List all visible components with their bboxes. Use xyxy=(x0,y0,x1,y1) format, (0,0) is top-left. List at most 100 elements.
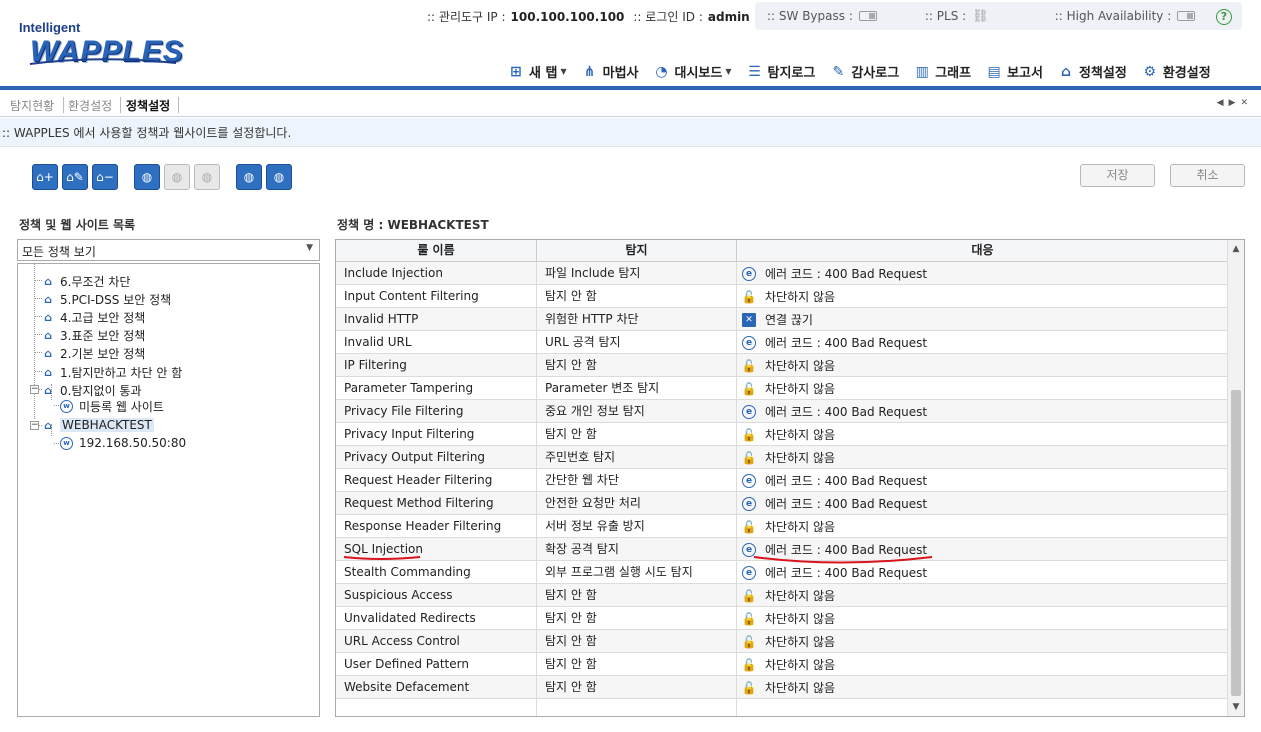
column-header-rule-name[interactable]: 룰 이름 xyxy=(336,240,537,262)
delete-policy-button[interactable]: ⌂− xyxy=(92,164,118,190)
tab-scroll-arrows-icon[interactable]: ◀▶✕ xyxy=(1217,98,1253,108)
menu-item-new-tab[interactable]: ⊞ 새 탭 ▼ xyxy=(508,62,566,82)
tree-item-policy[interactable]: ⌂ 2.기본 보안 정책 xyxy=(41,345,145,362)
menu-item-report[interactable]: ▤ 보고서 xyxy=(986,62,1043,82)
detection-cell[interactable]: 중요 개인 정보 탐지 xyxy=(537,400,737,423)
tree-item-policy[interactable]: ⌂ WEBHACKTEST xyxy=(41,418,154,432)
table-row[interactable]: Input Content Filtering 탐지 안 함 🔓 차단하지 않음 xyxy=(336,285,1228,308)
delete-website-button[interactable]: ◍ xyxy=(194,164,220,190)
ha-toggle-icon[interactable] xyxy=(1177,11,1196,21)
response-cell[interactable]: 🔓 차단하지 않음 xyxy=(737,515,1228,538)
response-cell[interactable]: 🔓 차단하지 않음 xyxy=(737,446,1228,469)
edit-website-button[interactable]: ◍ xyxy=(164,164,190,190)
tree-item-policy[interactable]: ⌂ 4.고급 보안 정책 xyxy=(41,309,145,326)
detection-cell[interactable]: Parameter 변조 탐지 xyxy=(537,377,737,400)
table-row[interactable]: SQL Injection 확장 공격 탐지 e 에러 코드 : 400 Bad Re… xyxy=(336,538,1228,561)
tree-item-policy[interactable]: ⌂ 0.탐지없이 통과 xyxy=(41,382,141,399)
tree-collapse-toggle[interactable]: − xyxy=(30,385,39,394)
table-row[interactable]: Suspicious Access 탐지 안 함 🔓 차단하지 않음 xyxy=(336,584,1228,607)
table-row[interactable]: Request Header Filtering 간단한 웹 차단 e 에러 코드 :… xyxy=(336,469,1228,492)
response-cell[interactable]: 🔓 차단하지 않음 xyxy=(737,584,1228,607)
table-row[interactable]: Privacy File Filtering 중요 개인 정보 탐지 e 에러 코드 … xyxy=(336,400,1228,423)
response-cell[interactable]: 🔓 차단하지 않음 xyxy=(737,354,1228,377)
response-cell[interactable]: e 에러 코드 : 400 Bad Request xyxy=(737,469,1228,492)
response-cell[interactable]: 🔓 차단하지 않음 xyxy=(737,653,1228,676)
scroll-thumb[interactable] xyxy=(1231,390,1241,696)
table-scrollbar[interactable]: ▲ ▼ xyxy=(1227,240,1244,716)
table-row[interactable]: Parameter Tampering Parameter 변조 탐지 🔓 차단하지 … xyxy=(336,377,1228,400)
import-website-button[interactable]: ◍ xyxy=(236,164,262,190)
detection-cell[interactable]: URL 공격 탐지 xyxy=(537,331,737,354)
policy-filter-select[interactable]: 모든 정책 보기 ▼ xyxy=(17,239,320,261)
help-icon[interactable]: ? xyxy=(1216,9,1232,25)
detection-cell[interactable]: 안전한 요청만 처리 xyxy=(537,492,737,515)
table-row[interactable]: IP Filtering 탐지 안 함 🔓 차단하지 않음 xyxy=(336,354,1228,377)
table-row[interactable]: Response Header Filtering 서버 정보 유출 방지 🔓 차단하… xyxy=(336,515,1228,538)
menu-item-dashboard[interactable]: ◔ 대시보드 ▼ xyxy=(654,62,731,82)
add-policy-button[interactable]: ⌂+ xyxy=(32,164,58,190)
detection-cell[interactable]: 확장 공격 탐지 xyxy=(537,538,737,561)
export-website-button[interactable]: ◍ xyxy=(266,164,292,190)
menu-item-detect-log[interactable]: ☰ 탐지로그 xyxy=(747,62,815,82)
detection-cell[interactable]: 위험한 HTTP 차단 xyxy=(537,308,737,331)
tab-environment[interactable]: 환경설정 xyxy=(68,97,112,114)
tree-item-website[interactable]: w 192.168.50.50:80 xyxy=(60,436,186,450)
response-cell[interactable]: 🔓 차단하지 않음 xyxy=(737,423,1228,446)
detection-cell[interactable]: 외부 프로그램 실행 시도 탐지 xyxy=(537,561,737,584)
table-row[interactable]: Invalid URL URL 공격 탐지 e 에러 코드 : 400 Bad Req… xyxy=(336,331,1228,354)
response-cell[interactable]: 🔓 차단하지 않음 xyxy=(737,285,1228,308)
scroll-down-icon[interactable]: ▼ xyxy=(1228,699,1244,715)
sw-bypass-toggle-icon[interactable] xyxy=(858,11,877,21)
column-header-detection[interactable]: 탐지 xyxy=(537,240,737,262)
edit-policy-button[interactable]: ⌂✎ xyxy=(62,164,88,190)
menu-item-audit-log[interactable]: ✎ 감사로그 xyxy=(830,62,899,82)
response-cell[interactable]: 🔓 차단하지 않음 xyxy=(737,676,1228,699)
tree-collapse-toggle[interactable]: − xyxy=(30,421,39,430)
table-row[interactable]: Unvalidated Redirects 탐지 안 함 🔓 차단하지 않음 xyxy=(336,607,1228,630)
detection-cell[interactable]: 탐지 안 함 xyxy=(537,653,737,676)
detection-cell[interactable]: 탐지 안 함 xyxy=(537,584,737,607)
table-row[interactable]: Stealth Commanding 외부 프로그램 실행 시도 탐지 e 에러 코드… xyxy=(336,561,1228,584)
tab-detection-status[interactable]: 탐지현황 xyxy=(10,97,54,114)
save-button[interactable]: 저장 xyxy=(1080,164,1155,187)
response-cell[interactable]: e 에러 코드 : 400 Bad Request xyxy=(737,538,1228,561)
menu-item-graph[interactable]: ▥ 그래프 xyxy=(914,62,972,82)
detection-cell[interactable]: 탐지 안 함 xyxy=(537,354,737,377)
detection-cell[interactable]: 탐지 안 함 xyxy=(537,676,737,699)
add-website-button[interactable]: ◍ xyxy=(134,164,160,190)
detection-cell[interactable]: 탐지 안 함 xyxy=(537,423,737,446)
scroll-up-icon[interactable]: ▲ xyxy=(1228,241,1244,257)
table-row[interactable]: Include Injection 파일 Include 탐지 e 에러 코드 : 4… xyxy=(336,262,1228,285)
detection-cell[interactable]: 탐지 안 함 xyxy=(537,285,737,308)
response-cell[interactable]: e 에러 코드 : 400 Bad Request xyxy=(737,492,1228,515)
table-row[interactable]: User Defined Pattern 탐지 안 함 🔓 차단하지 않음 xyxy=(336,653,1228,676)
detection-cell[interactable]: 주민번호 탐지 xyxy=(537,446,737,469)
detection-cell[interactable]: 탐지 안 함 xyxy=(537,630,737,653)
response-cell[interactable]: e 에러 코드 : 400 Bad Request xyxy=(737,400,1228,423)
column-header-response[interactable]: 대응 xyxy=(737,240,1228,262)
response-cell[interactable]: e 에러 코드 : 400 Bad Request xyxy=(737,262,1228,285)
tab-policy-settings[interactable]: 정책설정 xyxy=(126,97,170,114)
table-row[interactable]: Privacy Input Filtering 탐지 안 함 🔓 차단하지 않음 xyxy=(336,423,1228,446)
menu-item-settings[interactable]: ⚙ 환경설정 xyxy=(1142,62,1211,82)
table-row[interactable]: Website Defacement 탐지 안 함 🔓 차단하지 않음 xyxy=(336,676,1228,699)
table-row[interactable]: Invalid HTTP 위험한 HTTP 차단 ✕ 연결 끊기 xyxy=(336,308,1228,331)
table-row[interactable]: URL Access Control 탐지 안 함 🔓 차단하지 않음 xyxy=(336,630,1228,653)
detection-cell[interactable]: 탐지 안 함 xyxy=(537,607,737,630)
tree-item-website[interactable]: w 미등록 웹 사이트 xyxy=(60,398,164,415)
response-cell[interactable]: 🔓 차단하지 않음 xyxy=(737,607,1228,630)
response-cell[interactable]: 🔓 차단하지 않음 xyxy=(737,630,1228,653)
menu-item-policy[interactable]: ⌂ 정책설정 xyxy=(1058,62,1127,82)
detection-cell[interactable]: 파일 Include 탐지 xyxy=(537,262,737,285)
detection-cell[interactable]: 서버 정보 유출 방지 xyxy=(537,515,737,538)
response-cell[interactable]: e 에러 코드 : 400 Bad Request xyxy=(737,331,1228,354)
menu-item-wizard[interactable]: ⋔ 마법사 xyxy=(582,62,639,82)
response-cell[interactable]: ✕ 연결 끊기 xyxy=(737,308,1228,331)
response-cell[interactable]: e 에러 코드 : 400 Bad Request xyxy=(737,561,1228,584)
tree-item-policy[interactable]: ⌂ 6.무조건 차단 xyxy=(41,273,130,290)
table-row[interactable]: Privacy Output Filtering 주민번호 탐지 🔓 차단하지 않음 xyxy=(336,446,1228,469)
tree-item-policy[interactable]: ⌂ 3.표준 보안 정책 xyxy=(41,327,145,344)
detection-cell[interactable]: 간단한 웹 차단 xyxy=(537,469,737,492)
tree-item-policy[interactable]: ⌂ 1.탐지만하고 차단 안 함 xyxy=(41,364,182,381)
tree-item-policy[interactable]: ⌂ 5.PCI-DSS 보안 정책 xyxy=(41,291,171,308)
